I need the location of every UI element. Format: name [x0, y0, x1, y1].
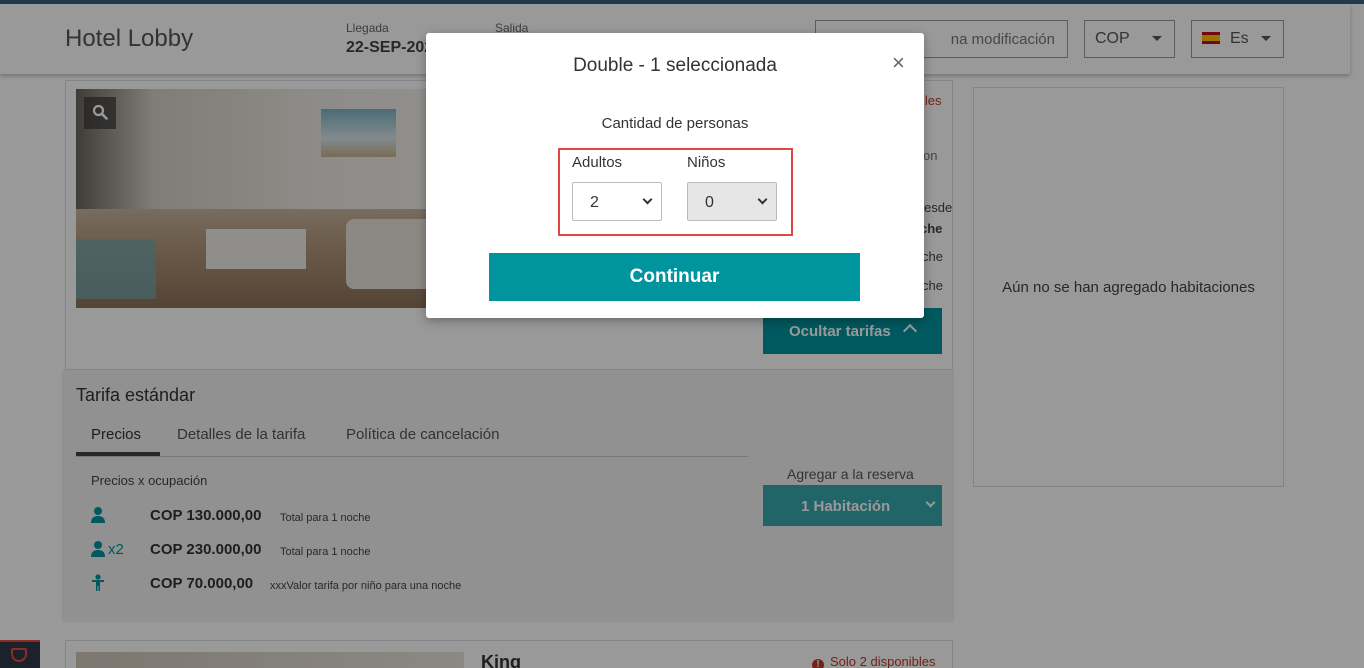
chevron-down-icon: [642, 194, 653, 205]
adults-label: Adultos: [572, 154, 623, 171]
children-value: 0: [705, 194, 714, 211]
continue-button[interactable]: Continuar: [489, 253, 860, 301]
modal-title: Double - 1 seleccionada: [573, 55, 777, 76]
children-label: Niños: [687, 154, 726, 171]
adults-select[interactable]: 2: [572, 182, 662, 221]
occupancy-modal: Double - 1 seleccionada × Cantidad de pe…: [426, 33, 924, 318]
adults-value: 2: [590, 194, 599, 211]
children-select[interactable]: 0: [687, 182, 777, 221]
modal-subtitle: Cantidad de personas: [601, 115, 749, 132]
close-icon[interactable]: ×: [892, 50, 905, 76]
chevron-down-icon: [757, 194, 768, 205]
